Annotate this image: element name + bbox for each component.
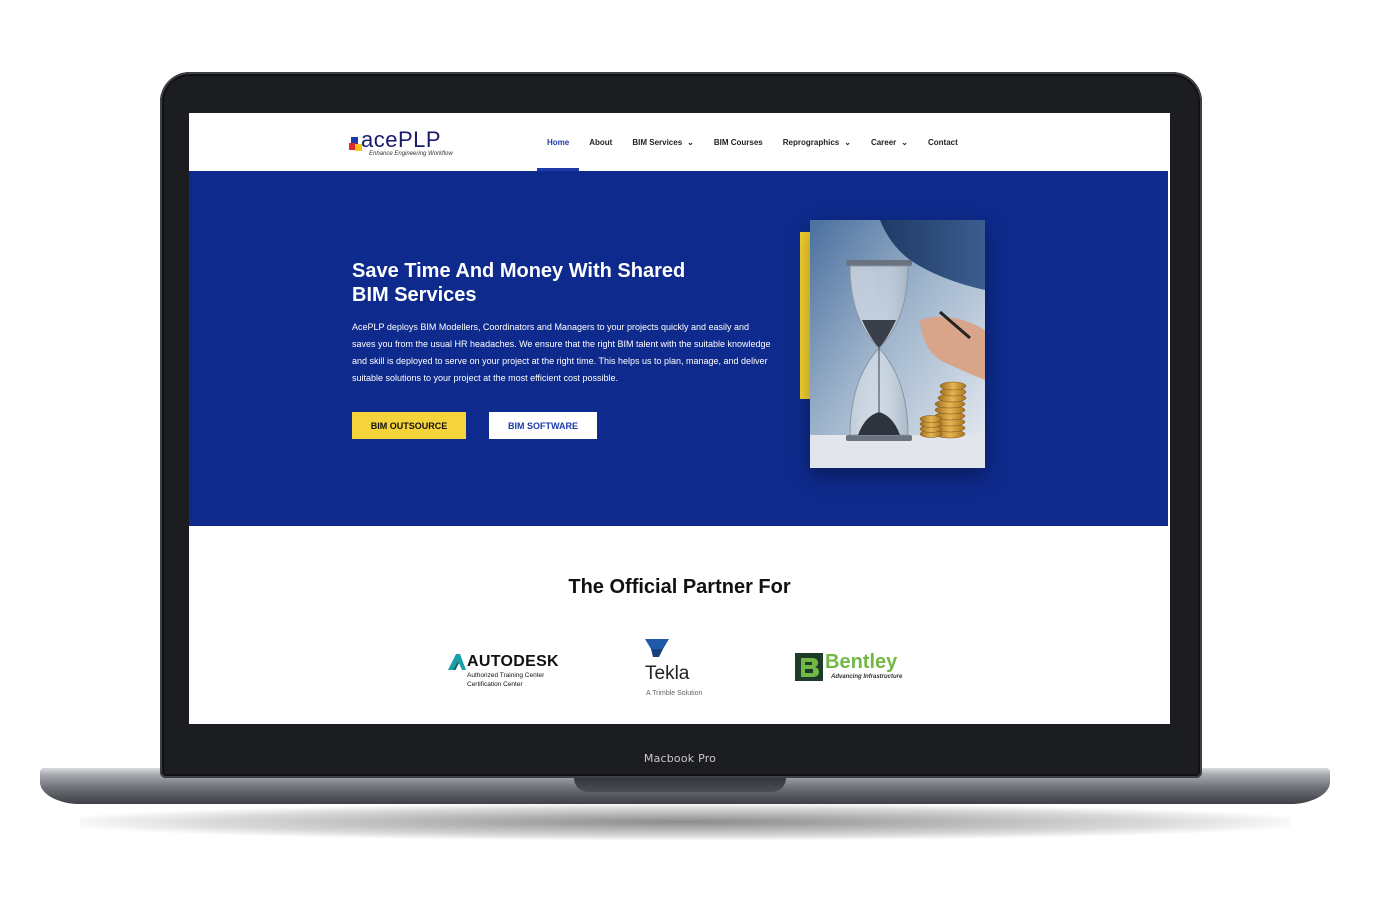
site-logo[interactable]: acePLP Enhance Engineering Workflow [349, 127, 459, 157]
nav-label: Contact [928, 137, 958, 147]
nav-item-reprographics[interactable]: Reprographics ⌄ [773, 113, 861, 171]
autodesk-sub2: Certification Center [467, 681, 523, 688]
bentley-b-icon [795, 653, 823, 681]
hero-description: AcePLP deploys BIM Modellers, Coordinato… [352, 322, 771, 383]
nav-item-home[interactable]: Home [537, 113, 580, 171]
nav-item-bim-services[interactable]: BIM Services ⌄ [622, 113, 704, 171]
site-header: acePLP Enhance Engineering Workflow Home… [189, 113, 1170, 171]
nav-label: About [589, 137, 613, 147]
partners-heading: The Official Partner For [568, 576, 791, 598]
hero-title-line2: BIM Services [352, 284, 477, 306]
tekla-mark-icon [645, 639, 669, 657]
chevron-down-icon: ⌄ [687, 137, 694, 147]
logo-tagline: Enhance Engineering Workflow [369, 151, 453, 157]
bentley-name: Bentley [825, 651, 898, 673]
nav-label: Home [547, 137, 570, 147]
nav-label: BIM Services [632, 137, 683, 147]
nav-item-about[interactable]: About [579, 113, 622, 171]
nav-item-bim-courses[interactable]: BIM Courses [704, 113, 773, 171]
autodesk-partner-logo: AUTODESK Authorized Training Center Cert… [447, 651, 567, 691]
main-nav: Home About BIM Services ⌄ BIM Courses Re… [537, 113, 968, 171]
device-label: Macbook Pro [643, 752, 717, 765]
nav-label: Reprographics [782, 137, 840, 147]
browser-screen: acePLP Enhance Engineering Workflow Home… [189, 113, 1170, 724]
nav-item-contact[interactable]: Contact [918, 113, 968, 171]
autodesk-sub1: Authorized Training Center [467, 672, 545, 679]
tekla-partner-logo: Tekla A Trimble Solution [639, 635, 729, 705]
bim-outsource-button[interactable]: BIM OUTSOURCE [352, 412, 466, 439]
hourglass-coins-image [810, 220, 985, 468]
autodesk-name: AUTODESK [467, 653, 559, 670]
nav-label: BIM Courses [713, 137, 763, 147]
autodesk-a-icon [448, 654, 466, 670]
logo-text: acePLP [361, 127, 442, 152]
hero-accent-bar [800, 232, 810, 399]
nav-item-career[interactable]: Career ⌄ [861, 113, 918, 171]
tekla-name: Tekla [645, 663, 690, 684]
hero-title: Save Time And Money With Shared BIM Serv… [352, 259, 732, 307]
bim-software-button[interactable]: BIM SOFTWARE [489, 412, 597, 439]
bentley-sub: Advancing Infrastructure [831, 674, 903, 680]
tekla-sub: A Trimble Solution [646, 690, 703, 697]
laptop-shadow [80, 804, 1290, 840]
hero-title-line1: Save Time And Money With Shared [352, 260, 686, 282]
nav-label: Career [870, 137, 897, 147]
chevron-down-icon: ⌄ [901, 137, 908, 147]
chevron-down-icon: ⌄ [844, 137, 851, 147]
hero-section: Save Time And Money With Shared BIM Serv… [189, 171, 1168, 526]
bentley-partner-logo: Bentley Advancing Infrastructure [795, 651, 919, 687]
